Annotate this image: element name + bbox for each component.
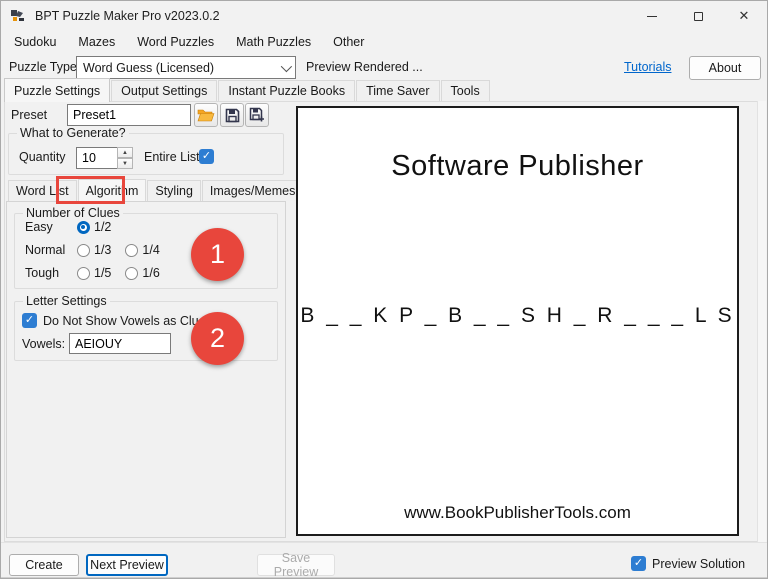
app-icon xyxy=(10,8,26,24)
entire-list-label: Entire List xyxy=(144,150,200,164)
maximize-icon xyxy=(694,12,703,21)
main-tab-strip: Puzzle Settings Output Settings Instant … xyxy=(4,81,491,102)
save-preset-button[interactable] xyxy=(220,103,244,127)
puzzle-type-value: Word Guess (Licensed) xyxy=(83,61,214,75)
puzzle-type-dropdown[interactable]: Word Guess (Licensed) xyxy=(76,56,296,79)
subtab-images-memes[interactable]: Images/Memes xyxy=(202,180,303,201)
tab-tools[interactable]: Tools xyxy=(441,80,490,102)
preview-footer: www.BookPublisherTools.com xyxy=(298,503,737,523)
save-as-icon xyxy=(249,107,265,123)
subtab-styling[interactable]: Styling xyxy=(147,180,201,201)
tab-output-settings[interactable]: Output Settings xyxy=(111,80,217,102)
menu-other[interactable]: Other xyxy=(322,32,375,52)
radio-1-2-label: 1/2 xyxy=(94,220,111,234)
open-preset-button[interactable] xyxy=(194,103,218,127)
sub-tab-strip: Word List Algorithm Styling Images/Memes xyxy=(8,181,304,201)
preview-puzzle-line: B _ _ K P _ B _ _ S H _ R _ _ _ L S xyxy=(298,304,737,328)
vowels-input[interactable] xyxy=(69,333,171,354)
preview-solution-checkbox[interactable]: ✓ xyxy=(631,556,646,571)
annotation-badge-1: 1 xyxy=(191,228,244,281)
annotation-badge-2: 2 xyxy=(191,312,244,365)
preview-page: Software Publisher B _ _ K P _ B _ _ S H… xyxy=(296,106,739,536)
menu-word-puzzles[interactable]: Word Puzzles xyxy=(126,32,225,52)
quantity-input[interactable] xyxy=(76,147,118,169)
tough-label: Tough xyxy=(25,266,77,280)
spinner-down-icon[interactable]: ▼ xyxy=(117,158,133,169)
menu-mazes[interactable]: Mazes xyxy=(67,32,126,52)
preview-title: Software Publisher xyxy=(298,150,737,183)
no-vowels-checkbox[interactable]: ✓ xyxy=(22,313,37,328)
quantity-label: Quantity xyxy=(19,150,66,164)
app-window: BPT Puzzle Maker Pro v2023.0.2 ✕ Sudoku … xyxy=(0,0,768,579)
about-button[interactable]: About xyxy=(689,56,761,80)
menu-math-puzzles[interactable]: Math Puzzles xyxy=(225,32,322,52)
what-to-generate-label: What to Generate? xyxy=(17,126,129,140)
tutorials-link[interactable]: Tutorials xyxy=(624,60,671,74)
letter-settings-label: Letter Settings xyxy=(23,294,110,308)
radio-1-3[interactable] xyxy=(77,244,90,257)
quantity-stepper[interactable]: ▲ ▼ xyxy=(117,147,133,169)
radio-1-2[interactable] xyxy=(77,221,90,234)
next-preview-button[interactable]: Next Preview xyxy=(86,554,168,576)
close-button[interactable]: ✕ xyxy=(721,1,767,31)
menu-bar: Sudoku Mazes Word Puzzles Math Puzzles O… xyxy=(1,31,767,53)
preview-solution-label: Preview Solution xyxy=(652,557,745,571)
preview-status-text: Preview Rendered ... xyxy=(306,60,423,74)
bottom-bar: Create Next Preview Save Preview ✓ Previ… xyxy=(1,542,767,579)
normal-label: Normal xyxy=(25,243,77,257)
create-button[interactable]: Create xyxy=(9,554,79,576)
radio-1-4[interactable] xyxy=(125,244,138,257)
preview-scrollbar[interactable] xyxy=(757,101,766,542)
save-icon xyxy=(225,108,240,123)
folder-open-icon xyxy=(197,108,215,123)
annotation-rect-algorithm xyxy=(56,176,125,204)
menu-sudoku[interactable]: Sudoku xyxy=(3,32,67,52)
spinner-up-icon[interactable]: ▲ xyxy=(117,147,133,158)
easy-label: Easy xyxy=(25,220,77,234)
toolbar-row: Puzzle Type Word Guess (Licensed) Previe… xyxy=(1,53,767,81)
vowels-label: Vowels: xyxy=(22,337,65,351)
tab-instant-puzzle-books[interactable]: Instant Puzzle Books xyxy=(218,80,355,102)
tab-time-saver[interactable]: Time Saver xyxy=(356,80,439,102)
minimize-button[interactable] xyxy=(629,1,675,31)
close-icon: ✕ xyxy=(739,8,750,24)
number-of-clues-label: Number of Clues xyxy=(23,206,123,220)
radio-1-5-label: 1/5 xyxy=(94,266,111,280)
save-preset-as-button[interactable] xyxy=(245,103,269,127)
title-bar: BPT Puzzle Maker Pro v2023.0.2 ✕ xyxy=(1,1,767,31)
maximize-button[interactable] xyxy=(675,1,721,31)
window-title: BPT Puzzle Maker Pro v2023.0.2 xyxy=(35,9,220,23)
tab-puzzle-settings[interactable]: Puzzle Settings xyxy=(4,78,110,102)
preset-label: Preset xyxy=(11,108,47,122)
no-vowels-label: Do Not Show Vowels as Clues xyxy=(43,314,212,328)
entire-list-checkbox[interactable]: ✓ xyxy=(199,149,214,164)
chevron-down-icon xyxy=(281,60,292,71)
save-preview-button[interactable]: Save Preview xyxy=(257,554,335,576)
radio-1-6[interactable] xyxy=(125,267,138,280)
puzzle-type-label: Puzzle Type xyxy=(9,60,77,74)
radio-1-5[interactable] xyxy=(77,267,90,280)
radio-1-6-label: 1/6 xyxy=(142,266,159,280)
radio-1-3-label: 1/3 xyxy=(94,243,111,257)
preset-input[interactable] xyxy=(67,104,191,126)
minimize-icon xyxy=(647,16,657,17)
radio-1-4-label: 1/4 xyxy=(142,243,159,257)
